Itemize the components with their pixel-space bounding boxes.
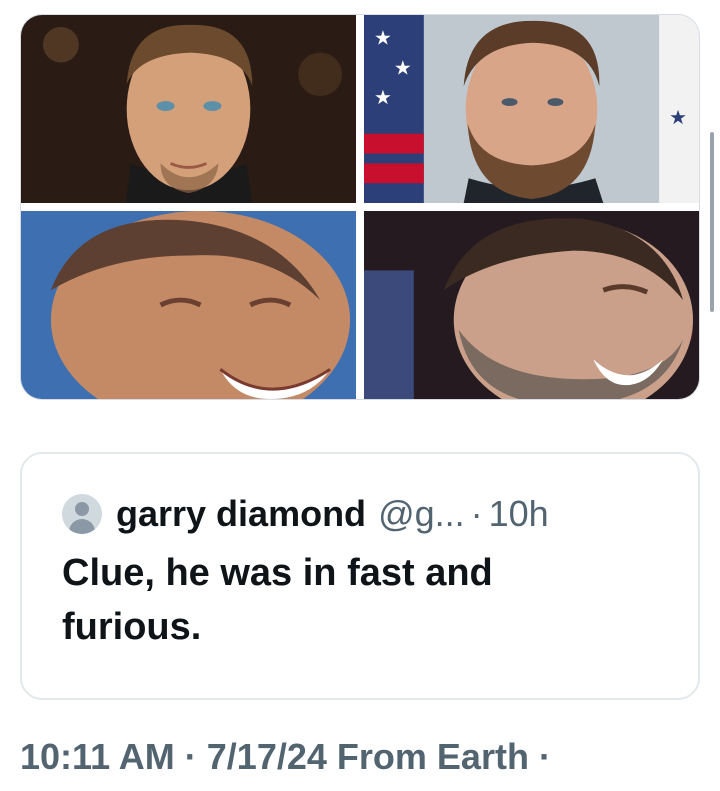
post-source: From Earth: [336, 736, 529, 777]
default-avatar-icon[interactable]: [62, 494, 102, 534]
quoted-tweet-text: Clue, he was in fast and furious.: [62, 552, 493, 648]
portrait-photo-1: [21, 15, 356, 203]
post-time[interactable]: 10:11 AM: [20, 736, 175, 777]
laughing-photo-2: [364, 211, 699, 399]
quoted-author-handle[interactable]: @g...: [378, 493, 465, 535]
svg-text:★: ★: [669, 106, 687, 129]
svg-text:★: ★: [394, 56, 412, 79]
quoted-tweet-header: garry diamond @g... · 10h: [62, 490, 660, 538]
post-meta-line: 10:11 AM · 7/17/24 From Earth ·: [20, 736, 551, 778]
media-image-4[interactable]: [364, 211, 699, 399]
dot-separator: ·: [470, 493, 483, 534]
quoted-author-name[interactable]: garry diamond: [116, 493, 366, 535]
svg-text:★: ★: [374, 27, 392, 50]
dot-separator: ·: [538, 736, 551, 777]
media-image-1[interactable]: [21, 15, 356, 203]
laughing-photo-1: [21, 211, 356, 399]
portrait-photo-2: ★ ★ ★ ★: [364, 15, 699, 203]
quoted-timestamp[interactable]: 10h: [489, 493, 549, 535]
media-image-3[interactable]: [21, 211, 356, 399]
quoted-tweet-card[interactable]: garry diamond @g... · 10h Clue, he was i…: [20, 452, 700, 700]
media-grid: ★ ★ ★ ★: [20, 14, 700, 400]
dot-separator: ·: [184, 736, 197, 777]
media-image-2[interactable]: ★ ★ ★ ★: [364, 15, 699, 203]
scrollbar-thumb[interactable]: [710, 132, 714, 312]
post-date[interactable]: 7/17/24: [207, 736, 327, 777]
svg-text:★: ★: [374, 86, 392, 109]
